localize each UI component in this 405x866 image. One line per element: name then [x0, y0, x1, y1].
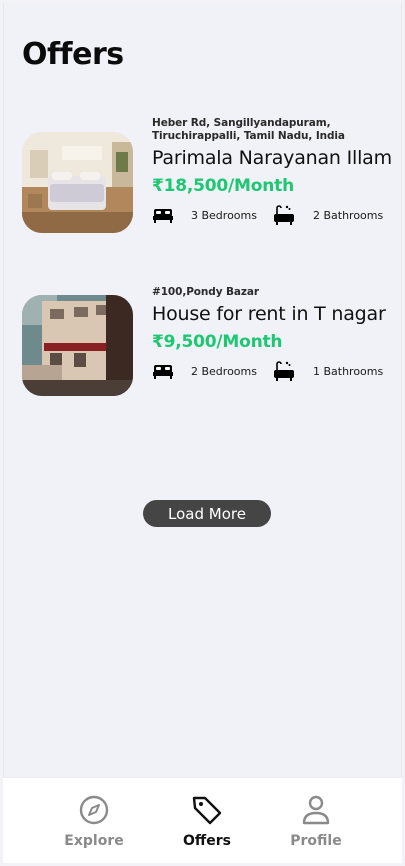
listing-photo [22, 132, 133, 233]
listing-features: 3 Bedrooms 2 Bathrooms [152, 204, 397, 226]
bed-icon [152, 204, 174, 226]
listing-name[interactable]: Parimala Narayanan Illam [152, 147, 397, 170]
listing-info: Heber Rd, Sangillyandapuram, Tiruchirapp… [152, 117, 397, 226]
nav-item-profile[interactable]: Profile [276, 778, 356, 864]
nav-item-offers[interactable]: Offers [167, 778, 247, 864]
listing-price: ₹18,500/Month [152, 176, 294, 196]
listing-photo [22, 295, 133, 396]
app-screen: Offers Heber Rd, Sangillyandapuram, Tiru… [3, 3, 402, 863]
bed-icon [152, 360, 174, 382]
bedrooms-count: 3 Bedrooms [191, 208, 257, 222]
bathrooms-count: 2 Bathrooms [312, 208, 384, 222]
bathtub-icon [273, 204, 295, 226]
page-title: Offers [22, 37, 124, 72]
nav-label-profile: Profile [290, 833, 342, 849]
compass-icon [77, 793, 111, 827]
bathrooms-count: 1 Bathrooms [312, 364, 384, 378]
load-more-button[interactable]: Load More [143, 500, 271, 527]
listing-price: ₹9,500/Month [152, 332, 283, 352]
nav-label-offers: Offers [183, 833, 231, 849]
bathrooms-feature: 2 Bathrooms [273, 204, 383, 226]
nav-label-explore: Explore [64, 833, 124, 849]
bottom-navigation: Explore Offers Profile [3, 777, 402, 863]
listing-address: #100,Pondy Bazar [152, 286, 259, 298]
tag-icon [190, 793, 224, 827]
bathtub-icon [273, 360, 295, 382]
listing-info: #100,Pondy Bazar House for rent in T nag… [152, 286, 397, 382]
bedrooms-feature: 2 Bedrooms [152, 360, 257, 382]
nav-item-explore[interactable]: Explore [54, 778, 134, 864]
listing-address: Heber Rd, Sangillyandapuram, Tiruchirapp… [152, 117, 345, 142]
bedrooms-feature: 3 Bedrooms [152, 204, 257, 226]
bedrooms-count: 2 Bedrooms [191, 364, 257, 378]
listing-features: 2 Bedrooms 1 Bathrooms [152, 360, 397, 382]
listing-name[interactable]: House for rent in T nagar [152, 303, 397, 326]
bathrooms-feature: 1 Bathrooms [273, 360, 383, 382]
user-icon [299, 793, 333, 827]
